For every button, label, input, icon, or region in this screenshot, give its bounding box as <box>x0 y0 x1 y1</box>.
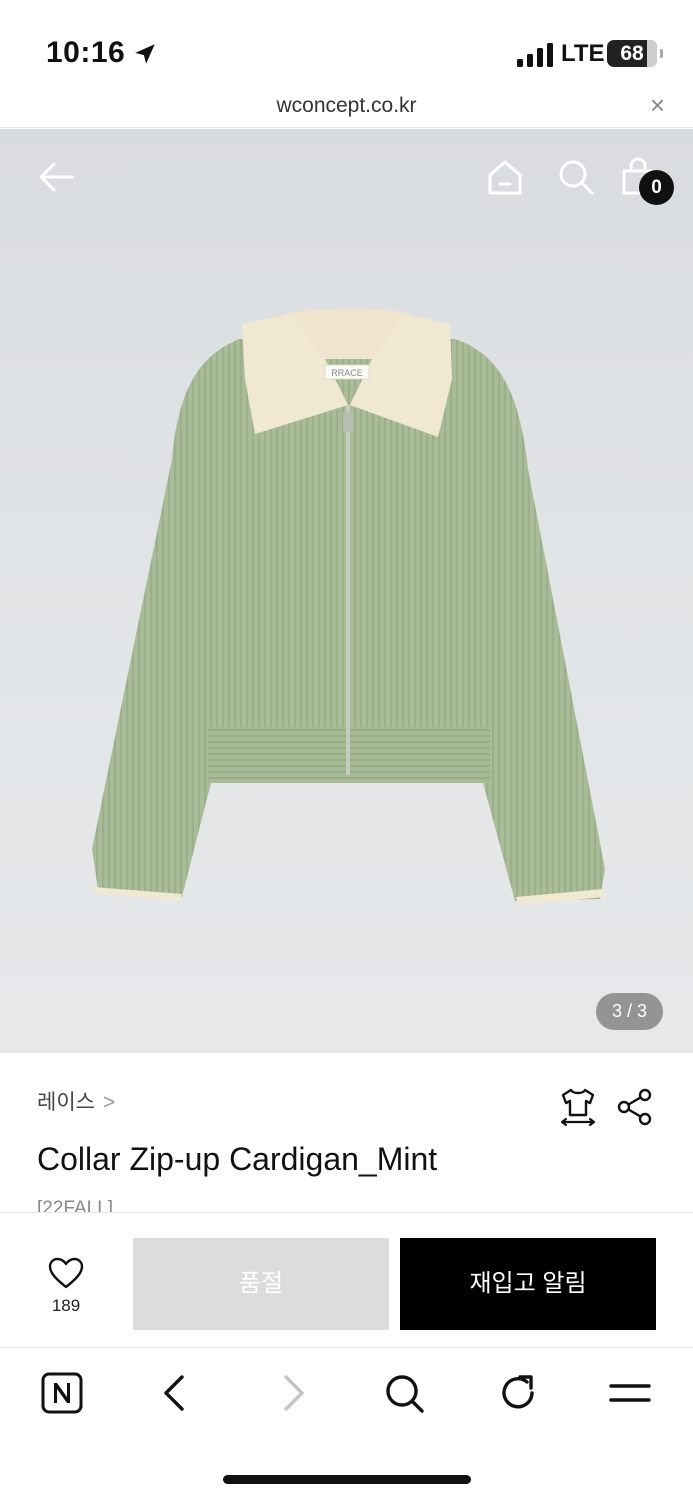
back-arrow-icon[interactable] <box>36 157 76 197</box>
menu-icon[interactable] <box>608 1371 652 1415</box>
naver-n-icon[interactable] <box>40 1371 84 1415</box>
search-icon[interactable] <box>382 1371 426 1415</box>
purchase-bar: 189 품절 재입고 알림 <box>0 1212 693 1348</box>
like-count: 189 <box>51 1296 81 1315</box>
soldout-button: 품절 <box>133 1238 389 1330</box>
search-icon[interactable] <box>556 157 596 197</box>
location-arrow-icon <box>135 44 155 64</box>
image-counter: 3 / 3 <box>596 993 663 1030</box>
share-icon[interactable] <box>616 1088 654 1126</box>
product-title: Collar Zip-up Cardigan_Mint <box>37 1141 438 1177</box>
battery-icon: 68 <box>607 40 663 67</box>
heart-icon <box>48 1257 84 1289</box>
status-bar: 10:16 LTE 68 <box>0 0 693 90</box>
battery-level: 68 <box>620 42 644 65</box>
cardigan-illustration: RRACE <box>92 308 605 905</box>
network-type: LTE <box>561 40 605 67</box>
browser-url-bar[interactable]: wconcept.co.kr × <box>0 90 693 128</box>
product-image[interactable]: RRACE <box>0 129 693 1053</box>
season-label: [22FALL] <box>37 1198 114 1212</box>
back-chevron-icon[interactable] <box>154 1371 198 1415</box>
size-guide-icon[interactable] <box>559 1087 597 1127</box>
home-icon[interactable] <box>485 157 525 197</box>
collar-tag-text: RRACE <box>331 368 363 378</box>
url-text[interactable]: wconcept.co.kr <box>0 94 693 118</box>
forward-chevron-icon <box>284 1375 304 1411</box>
like-button[interactable]: 189 <box>30 1257 102 1316</box>
refresh-icon[interactable] <box>496 1371 540 1415</box>
browser-toolbar <box>0 1349 693 1500</box>
restock-alert-button[interactable]: 재입고 알림 <box>400 1238 656 1330</box>
status-time: 10:16 <box>46 36 126 69</box>
cart-count-badge[interactable]: 0 <box>639 170 674 205</box>
chevron-right-icon: > <box>102 1091 116 1114</box>
home-indicator[interactable] <box>223 1475 471 1484</box>
brand-name[interactable]: 레이스 <box>37 1091 95 1114</box>
brand-link[interactable]: 레이스 > <box>37 1086 115 1116</box>
close-icon[interactable]: × <box>650 92 665 118</box>
signal-icon <box>517 43 553 67</box>
